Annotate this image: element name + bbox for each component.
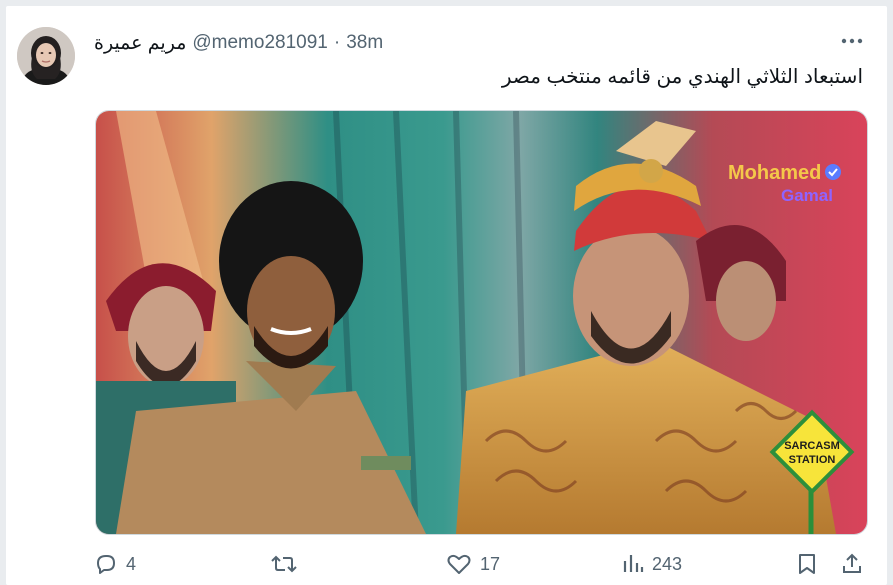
avatar-image bbox=[17, 27, 75, 85]
like-button[interactable]: 17 bbox=[446, 552, 500, 576]
views-chart-icon bbox=[623, 555, 644, 572]
bookmark-button[interactable] bbox=[796, 552, 826, 576]
tweet-media-image[interactable]: Mohamed Gamal SARCASM STATION bbox=[95, 110, 868, 535]
reply-icon bbox=[97, 555, 115, 574]
more-horizontal-icon bbox=[841, 38, 863, 44]
view-count: 243 bbox=[652, 553, 683, 574]
bookmark-icon bbox=[799, 554, 815, 574]
like-count: 17 bbox=[480, 553, 501, 574]
sign-line2: STATION bbox=[789, 454, 836, 466]
avatar[interactable] bbox=[17, 27, 75, 85]
views-button[interactable]: 243 bbox=[622, 552, 682, 576]
repost-icon bbox=[271, 555, 297, 573]
share-button[interactable] bbox=[840, 552, 872, 576]
repost-button[interactable] bbox=[270, 552, 306, 576]
share-icon bbox=[843, 553, 861, 573]
watermark-top: Mohamed bbox=[728, 162, 821, 184]
tweet-actions: 4 17 243 bbox=[94, 546, 873, 582]
reply-count: 4 bbox=[126, 553, 137, 574]
meme-image: Mohamed Gamal SARCASM STATION bbox=[96, 111, 867, 534]
author-name[interactable]: مريم عميرة bbox=[94, 32, 186, 55]
separator-dot: · bbox=[333, 32, 341, 53]
tweet-card[interactable]: مريم عميرة @memo281091 · 38m استبعاد الث… bbox=[6, 6, 887, 585]
sign-line1: SARCASM bbox=[784, 440, 840, 452]
author-handle[interactable]: @memo281091 bbox=[192, 32, 327, 54]
reply-button[interactable]: 4 bbox=[94, 552, 136, 576]
heart-icon bbox=[447, 554, 471, 574]
watermark-bottom: Gamal bbox=[781, 186, 833, 205]
tweet-text: استبعاد الثلاثي الهندي من قائمه منتخب مص… bbox=[501, 66, 863, 88]
timestamp[interactable]: 38m bbox=[346, 32, 383, 54]
more-options-button[interactable] bbox=[837, 26, 867, 56]
tweet-header: مريم عميرة @memo281091 · 38m bbox=[94, 30, 823, 56]
